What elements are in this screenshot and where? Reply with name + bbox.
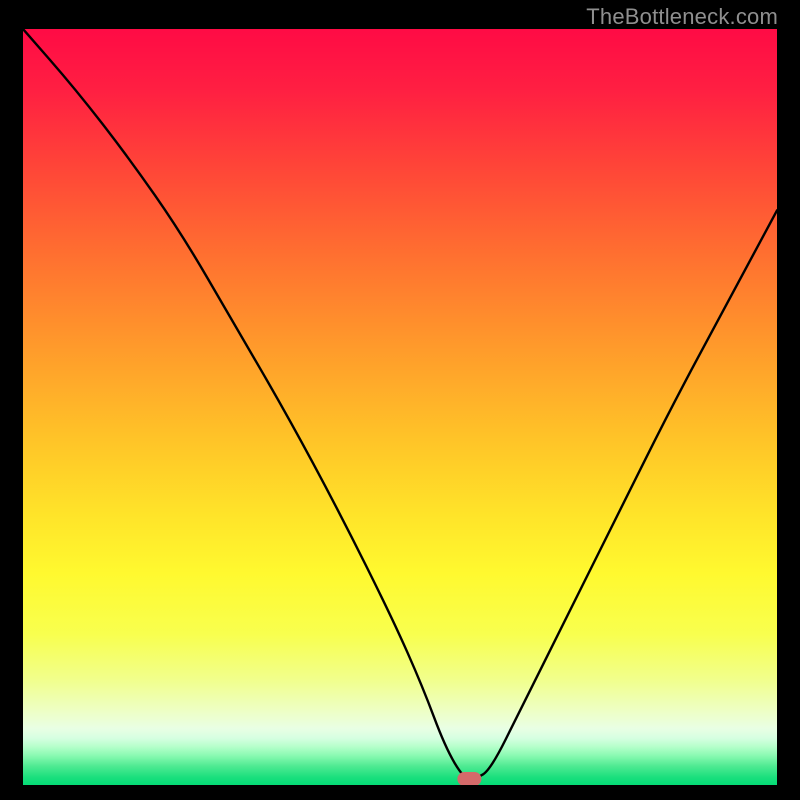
bottleneck-chart bbox=[23, 29, 777, 785]
watermark-text: TheBottleneck.com bbox=[586, 4, 778, 30]
optimal-marker bbox=[457, 772, 481, 785]
chart-container: TheBottleneck.com bbox=[0, 0, 800, 800]
